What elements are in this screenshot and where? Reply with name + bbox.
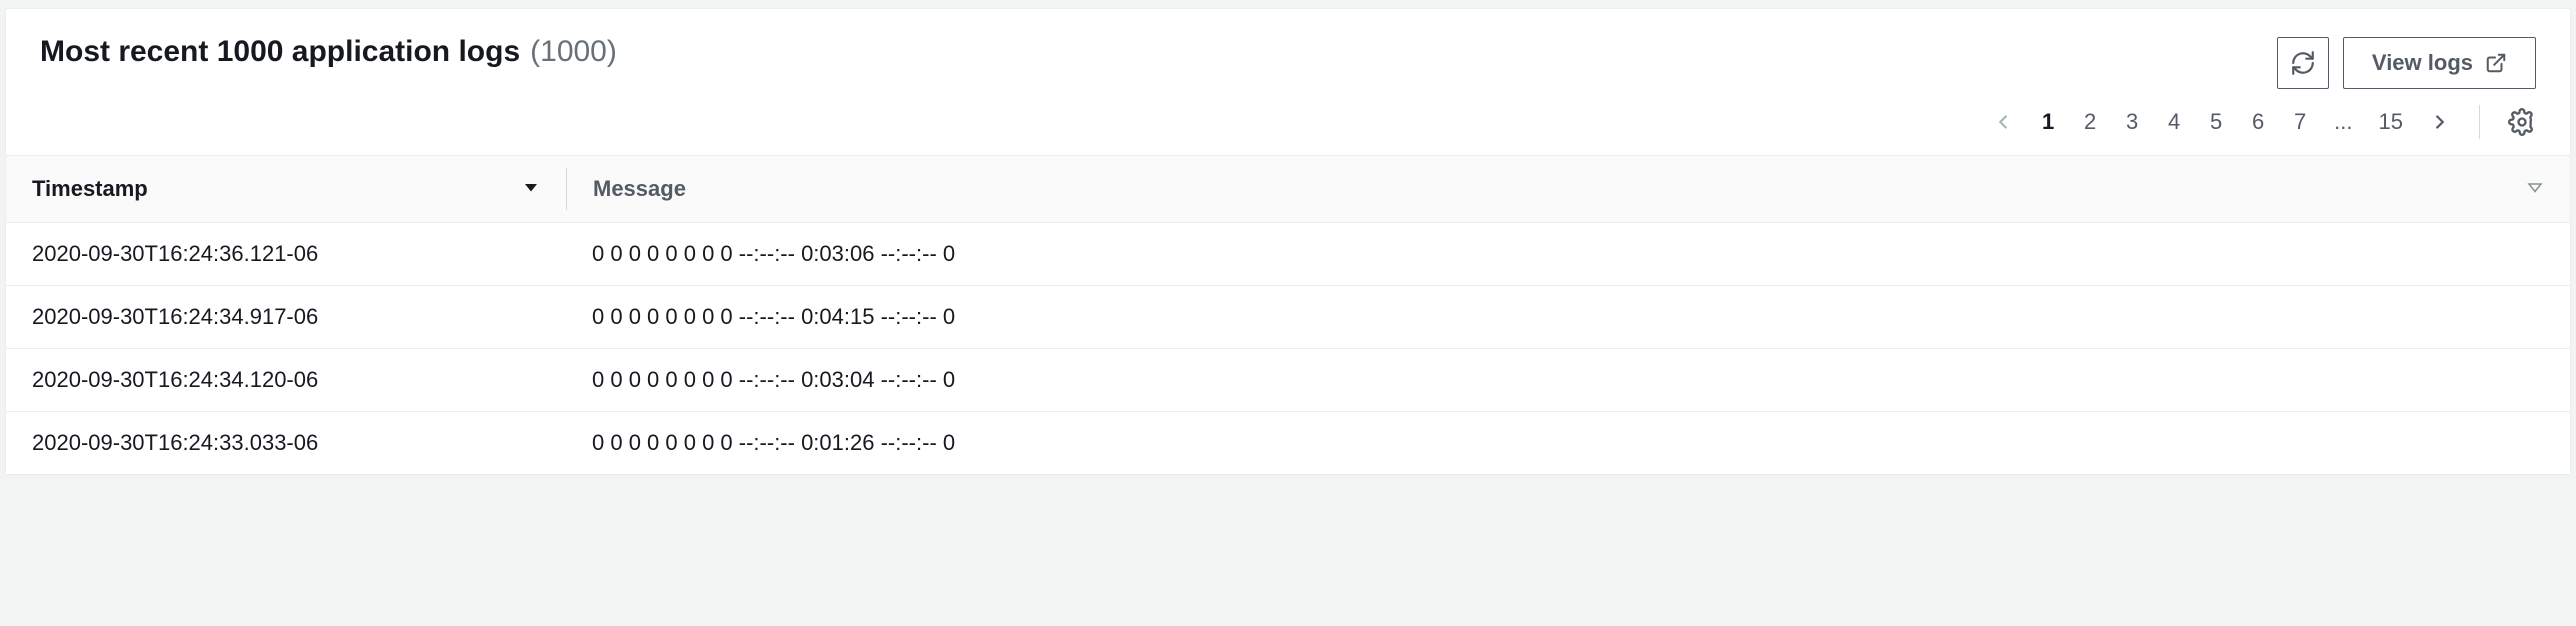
panel-header: Most recent 1000 application logs (1000)…	[6, 9, 2570, 89]
sort-none-icon	[2526, 176, 2544, 202]
pager-prev[interactable]	[1992, 111, 2014, 133]
refresh-icon	[2290, 50, 2316, 76]
table-row: 2020-09-30T16:24:36.121-06 0 0 0 0 0 0 0…	[6, 223, 2570, 286]
cell-message: 0 0 0 0 0 0 0 0 --:--:-- 0:04:15 --:--:-…	[566, 286, 2570, 348]
table-row: 2020-09-30T16:24:34.120-06 0 0 0 0 0 0 0…	[6, 349, 2570, 412]
pager-page-4[interactable]: 4	[2166, 109, 2182, 135]
table-row: 2020-09-30T16:24:34.917-06 0 0 0 0 0 0 0…	[6, 286, 2570, 349]
refresh-button[interactable]	[2277, 37, 2329, 89]
pager-ellipsis: ...	[2334, 109, 2352, 135]
sort-desc-icon	[522, 176, 540, 202]
cell-message: 0 0 0 0 0 0 0 0 --:--:-- 0:03:06 --:--:-…	[566, 223, 2570, 285]
gear-icon	[2508, 108, 2536, 136]
logs-table: Timestamp Message 2020-09-30T16:24:36.12…	[6, 155, 2570, 474]
cell-timestamp: 2020-09-30T16:24:36.121-06	[6, 223, 566, 285]
col-timestamp[interactable]: Timestamp	[6, 156, 566, 222]
pager-page-3[interactable]: 3	[2124, 109, 2140, 135]
cell-message: 0 0 0 0 0 0 0 0 --:--:-- 0:03:04 --:--:-…	[566, 349, 2570, 411]
table-row: 2020-09-30T16:24:33.033-06 0 0 0 0 0 0 0…	[6, 412, 2570, 474]
pager-row: 1 2 3 4 5 6 7 ... 15	[6, 89, 2570, 155]
table-head: Timestamp Message	[6, 156, 2570, 223]
panel-actions: View logs	[2277, 37, 2536, 89]
external-link-icon	[2485, 52, 2507, 74]
pager-page-6[interactable]: 6	[2250, 109, 2266, 135]
pager-page-2[interactable]: 2	[2082, 109, 2098, 135]
pager-page-1[interactable]: 1	[2040, 109, 2056, 135]
cell-timestamp: 2020-09-30T16:24:34.120-06	[6, 349, 566, 411]
logs-panel: Most recent 1000 application logs (1000)…	[5, 8, 2571, 475]
cell-timestamp: 2020-09-30T16:24:34.917-06	[6, 286, 566, 348]
view-logs-label: View logs	[2372, 50, 2473, 76]
pager-page-last[interactable]: 15	[2379, 109, 2403, 135]
panel-title: Most recent 1000 application logs	[40, 37, 520, 67]
settings-button[interactable]	[2508, 108, 2536, 136]
col-timestamp-label: Timestamp	[32, 176, 148, 202]
pager-page-5[interactable]: 5	[2208, 109, 2224, 135]
cell-message: 0 0 0 0 0 0 0 0 --:--:-- 0:01:26 --:--:-…	[566, 412, 2570, 474]
panel-count: (1000)	[530, 37, 617, 67]
view-logs-button[interactable]: View logs	[2343, 37, 2536, 89]
pager: 1 2 3 4 5 6 7 ... 15	[1992, 109, 2451, 135]
panel-title-wrap: Most recent 1000 application logs (1000)	[40, 37, 617, 67]
col-message-label: Message	[593, 176, 686, 202]
col-message[interactable]: Message	[567, 156, 2570, 222]
chevron-left-icon	[1992, 111, 2014, 133]
pager-page-7[interactable]: 7	[2292, 109, 2308, 135]
pager-next[interactable]	[2429, 111, 2451, 133]
cell-timestamp: 2020-09-30T16:24:33.033-06	[6, 412, 566, 474]
chevron-right-icon	[2429, 111, 2451, 133]
divider	[2479, 105, 2480, 139]
